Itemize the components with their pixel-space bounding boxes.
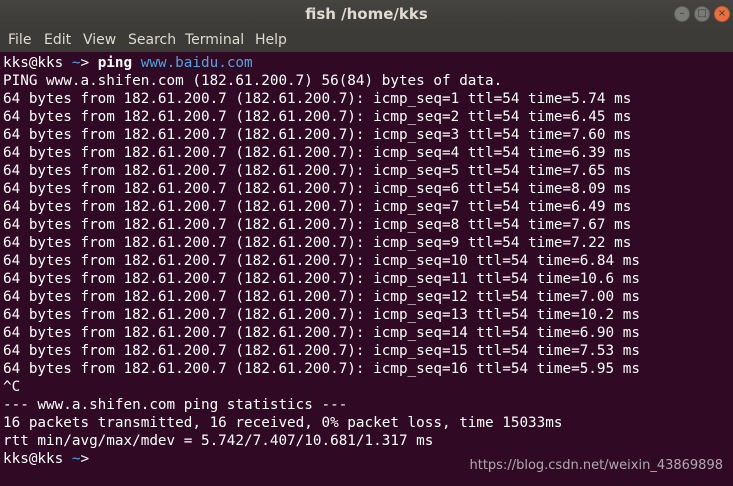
final-prompt[interactable]: kks@kks ~> — [3, 450, 98, 468]
reply-line: 64 bytes from 182.61.200.7 (182.61.200.7… — [3, 325, 640, 341]
reply-line: 64 bytes from 182.61.200.7 (182.61.200.7… — [3, 145, 632, 161]
minimize-button[interactable]: – — [674, 6, 690, 22]
terminal-output[interactable]: kks@kks ~> ping www.baidu.com PING www.a… — [0, 52, 733, 486]
window-title: fish /home/kks — [305, 5, 428, 23]
menu-help[interactable]: Help — [255, 32, 287, 48]
stats-packets: 16 packets transmitted, 16 received, 0% … — [3, 415, 563, 431]
reply-line: 64 bytes from 182.61.200.7 (182.61.200.7… — [3, 181, 632, 197]
menu-terminal[interactable]: Terminal — [185, 32, 244, 48]
reply-line: 64 bytes from 182.61.200.7 (182.61.200.7… — [3, 163, 632, 179]
reply-line: 64 bytes from 182.61.200.7 (182.61.200.7… — [3, 361, 640, 377]
command-line: kks@kks ~> ping www.baidu.com — [3, 54, 253, 72]
reply-line: 64 bytes from 182.61.200.7 (182.61.200.7… — [3, 271, 640, 287]
reply-line: 64 bytes from 182.61.200.7 (182.61.200.7… — [3, 217, 632, 233]
reply-line: 64 bytes from 182.61.200.7 (182.61.200.7… — [3, 91, 632, 107]
command-name: ping — [97, 55, 133, 71]
maximize-button[interactable]: □ — [694, 6, 710, 22]
reply-line: 64 bytes from 182.61.200.7 (182.61.200.7… — [3, 253, 640, 269]
reply-line: 64 bytes from 182.61.200.7 (182.61.200.7… — [3, 199, 632, 215]
reply-line: 64 bytes from 182.61.200.7 (182.61.200.7… — [3, 235, 632, 251]
stats-rtt: rtt min/avg/max/mdev = 5.742/7.407/10.68… — [3, 433, 434, 449]
command-argument: www.baidu.com — [140, 55, 253, 71]
prompt-user-host: kks@kks — [3, 451, 64, 467]
prompt-user-host: kks@kks — [3, 55, 64, 71]
menu-search[interactable]: Search — [128, 32, 176, 48]
reply-line: 64 bytes from 182.61.200.7 (182.61.200.7… — [3, 109, 632, 125]
menu-bar: File Edit View Search Terminal Help — [0, 28, 733, 52]
reply-line: 64 bytes from 182.61.200.7 (182.61.200.7… — [3, 307, 640, 323]
reply-line: 64 bytes from 182.61.200.7 (182.61.200.7… — [3, 343, 640, 359]
prompt-arrow: > — [80, 451, 98, 467]
title-bar[interactable]: fish /home/kks – □ × — [0, 0, 733, 28]
menu-file[interactable]: File — [8, 32, 31, 48]
menu-view[interactable]: View — [83, 32, 116, 48]
terminal-window: fish /home/kks – □ × File Edit View Sear… — [0, 0, 733, 486]
reply-line: 64 bytes from 182.61.200.7 (182.61.200.7… — [3, 127, 632, 143]
ping-header: PING www.a.shifen.com (182.61.200.7) 56(… — [3, 73, 503, 89]
prompt-arrow: > — [80, 55, 98, 71]
watermark: https://blog.csdn.net/weixin_43869898 — [469, 458, 723, 473]
stats-header: --- www.a.shifen.com ping statistics --- — [3, 397, 348, 413]
reply-line: 64 bytes from 182.61.200.7 (182.61.200.7… — [3, 289, 640, 305]
close-button[interactable]: × — [714, 6, 730, 22]
menu-edit[interactable]: Edit — [44, 32, 71, 48]
interrupt-line: ^C — [3, 379, 21, 395]
